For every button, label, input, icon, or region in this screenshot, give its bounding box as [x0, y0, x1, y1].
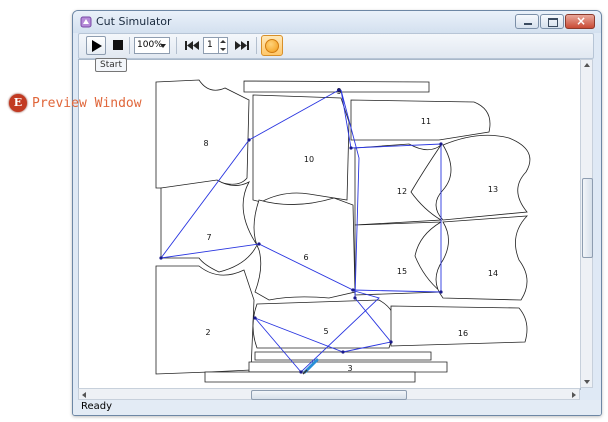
start-tooltip: Start	[95, 58, 127, 72]
minimize-icon	[524, 23, 532, 25]
skip-forward-icon	[235, 41, 249, 50]
piece-label-10: 10	[304, 155, 314, 164]
cut-layout-drawing: 8 10 9 11 12 13 7 6 15 14 2 5 16 3	[155, 79, 531, 383]
piece-label-13: 13	[488, 185, 498, 194]
title-bar[interactable]: Cut Simulator ×	[73, 11, 601, 33]
vertical-scrollbar[interactable]	[580, 59, 593, 388]
status-bar: Ready	[73, 400, 601, 415]
first-step-button[interactable]	[182, 36, 202, 55]
window-title: Cut Simulator	[96, 15, 172, 28]
preview-toggle-button[interactable]	[261, 35, 283, 56]
toolbar-separator	[176, 37, 177, 54]
piece-8	[155, 79, 250, 189]
zoom-select[interactable]: 100%	[134, 37, 170, 54]
spinner-icon[interactable]	[218, 38, 227, 53]
window-controls: ×	[515, 14, 595, 29]
piece-13	[435, 134, 531, 221]
piece-2	[155, 265, 255, 375]
piece-label-5: 5	[323, 327, 328, 336]
stop-button[interactable]	[108, 36, 128, 55]
piece-label-15: 15	[397, 267, 407, 276]
scroll-left-icon[interactable]	[82, 392, 86, 398]
close-button[interactable]: ×	[565, 14, 595, 29]
toolbar-separator	[256, 37, 257, 54]
preview-canvas[interactable]: 8 10 9 11 12 13 7 6 15 14 2 5 16 3	[78, 59, 581, 390]
horizontal-scrollbar[interactable]	[78, 388, 580, 400]
piece-label-3: 3	[347, 364, 352, 373]
annotation-badge: E	[9, 94, 27, 112]
start-button[interactable]	[86, 36, 106, 55]
piece-label-16: 16	[458, 329, 468, 338]
piece-3-strip-lower	[204, 371, 416, 383]
piece-label-2: 2	[205, 328, 210, 337]
preview-window-annotation: E Preview Window	[9, 93, 142, 113]
zoom-value: 100%	[137, 40, 163, 50]
stop-icon	[113, 40, 123, 50]
scroll-up-icon[interactable]	[584, 63, 590, 67]
piece-label-11: 11	[421, 117, 431, 126]
piece-16	[390, 305, 528, 347]
piece-label-6: 6	[303, 253, 308, 262]
app-icon	[80, 16, 92, 28]
horizontal-scroll-thumb[interactable]	[251, 390, 407, 400]
piece-label-14: 14	[488, 269, 498, 278]
piece-12	[354, 143, 443, 226]
step-number-value: 1	[207, 40, 213, 50]
maximize-button[interactable]	[540, 14, 564, 29]
toolbar-separator	[129, 37, 130, 54]
orange-circle-icon	[265, 39, 279, 53]
piece-15	[354, 221, 443, 296]
skip-back-icon	[185, 41, 199, 50]
vertical-scroll-thumb[interactable]	[582, 178, 593, 258]
status-text: Ready	[81, 401, 113, 412]
close-icon: ×	[576, 14, 587, 28]
cut-simulator-window: Cut Simulator × 100% 1 8 10 11 12 13 7 6…	[72, 10, 602, 416]
piece-label-12: 12	[397, 187, 407, 196]
chevron-down-icon	[160, 44, 166, 48]
toolbar: 100% 1	[78, 33, 594, 59]
maximize-icon	[548, 18, 558, 27]
piece-14	[435, 215, 528, 301]
piece-label-7: 7	[206, 233, 211, 242]
annotation-text: Preview Window	[32, 95, 142, 111]
play-icon	[92, 40, 102, 52]
scroll-right-icon[interactable]	[572, 392, 576, 398]
minimize-button[interactable]	[515, 14, 539, 29]
last-step-button[interactable]	[232, 36, 252, 55]
step-number-input[interactable]: 1	[203, 37, 228, 54]
scroll-down-icon[interactable]	[584, 380, 590, 384]
piece-label-8: 8	[203, 139, 208, 148]
